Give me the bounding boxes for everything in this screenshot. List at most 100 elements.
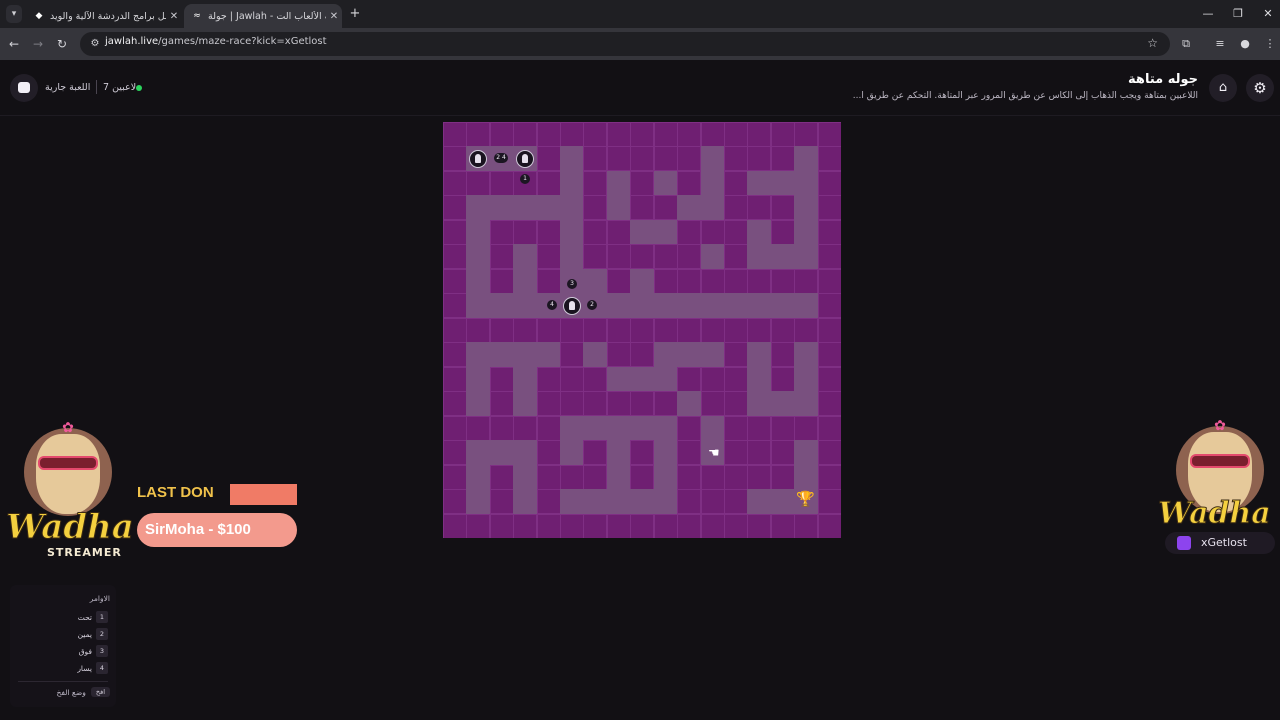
maze-wall (817, 415, 841, 441)
maze-wall (606, 244, 631, 270)
command-row: 3 فوق (68, 645, 108, 657)
maze-wall (489, 317, 514, 343)
back-button[interactable]: ← (6, 36, 22, 52)
maze-path (770, 489, 795, 515)
trap-toggle[interactable]: افخ (90, 687, 110, 697)
diamond-icon: ◆ (35, 11, 43, 21)
maze-wall (700, 317, 725, 343)
maze-path (513, 195, 538, 221)
maze-wall (443, 195, 467, 221)
media-icon[interactable]: ≡ (1212, 36, 1228, 52)
tab-search-button[interactable]: ▾ (6, 5, 22, 23)
close-window-button[interactable]: ✕ (1253, 4, 1280, 24)
maze-path (560, 219, 585, 245)
maze-wall (700, 268, 725, 294)
close-icon[interactable]: ✕ (326, 11, 342, 22)
command-key: 3 (96, 645, 108, 657)
maze-path (794, 170, 819, 196)
maze-path (794, 366, 819, 392)
maze-path (747, 244, 772, 270)
maze-wall (700, 489, 725, 515)
maze-wall (443, 513, 467, 538)
settings-button[interactable]: ⚙ (1246, 74, 1274, 102)
minimize-button[interactable]: — (1193, 4, 1223, 24)
maze-wall (653, 146, 678, 172)
maze-wall (583, 366, 608, 392)
maze-wall (536, 122, 561, 147)
maze-wall (723, 366, 748, 392)
maze-wall (747, 268, 772, 294)
maze-wall (770, 440, 795, 466)
commands-title: الاوامر (89, 594, 110, 603)
maze-wall (443, 268, 467, 294)
maze-wall (700, 122, 725, 147)
maze-wall (536, 244, 561, 270)
maze-path (489, 293, 514, 319)
maze-wall (583, 244, 608, 270)
maze-wall (443, 122, 467, 147)
restore-button[interactable]: ❐ (1223, 4, 1253, 24)
maze-wall (560, 122, 585, 147)
reload-button[interactable]: ↻ (54, 36, 70, 52)
trap-label: وضع الفخ (56, 687, 86, 697)
maze-wall (770, 366, 795, 392)
maze-wall (489, 122, 514, 147)
command-row: 1 تحت (68, 611, 108, 623)
maze-path (513, 244, 538, 270)
maze-path (513, 464, 538, 490)
url-field[interactable]: ⚙ jawlah.live/games/maze-race?kick=xGetl… (80, 32, 1170, 56)
forward-button[interactable]: → (30, 36, 46, 52)
maze-wall (653, 391, 678, 417)
site-info-icon[interactable]: ⚙ (88, 37, 102, 51)
maze-wall (723, 195, 748, 221)
maze-wall (770, 342, 795, 368)
maze-path (583, 489, 608, 515)
maze-path (700, 293, 725, 319)
maze-wall (560, 342, 585, 368)
extensions-icon[interactable]: ⧉ (1178, 36, 1194, 52)
maze-wall (466, 513, 491, 538)
maze-path (466, 219, 491, 245)
menu-icon[interactable]: ⋮ (1262, 36, 1278, 52)
maze-wall (723, 146, 748, 172)
maze-wall (817, 195, 841, 221)
new-tab-button[interactable]: + (347, 6, 363, 22)
maze-path (466, 195, 491, 221)
sunglasses-icon (38, 456, 98, 470)
maze-wall (489, 391, 514, 417)
maze-wall (770, 268, 795, 294)
wadha-logo-right: Wadha (1158, 496, 1272, 532)
player-avatar (469, 149, 488, 168)
maze-wall (583, 440, 608, 466)
maze-wall (489, 244, 514, 270)
maze-wall (747, 415, 772, 441)
home-button[interactable]: ⌂ (1209, 74, 1237, 102)
maze-path (747, 219, 772, 245)
tab-1[interactable]: ◆ أفضل برامج الدردشة الآلية والويد... ✕ (26, 4, 182, 28)
close-icon[interactable]: ✕ (166, 11, 182, 22)
maze-path (630, 366, 655, 392)
maze-wall (536, 464, 561, 490)
maze-path (700, 342, 725, 368)
maze-wall (723, 122, 748, 147)
player-tag: 2 4 (494, 153, 508, 163)
tab-2[interactable]: ≈ جولة | Jawlah - منصة الألعاب الت... ✕ (184, 4, 342, 28)
maze-path (747, 170, 772, 196)
maze-path (653, 464, 678, 490)
profile-avatar-icon[interactable]: ● (1237, 36, 1253, 52)
maze-wall (630, 317, 655, 343)
jawlah-logo[interactable] (10, 74, 38, 102)
maze-wall (489, 268, 514, 294)
maze-wall (723, 170, 748, 196)
tab-title: أفضل برامج الدردشة الآلية والويد... (50, 10, 166, 22)
maze-wall (817, 513, 841, 538)
maze-wall (630, 195, 655, 221)
maze-wall (770, 317, 795, 343)
maze-path (536, 342, 561, 368)
bow-icon: ✿ (62, 420, 74, 436)
url-text[interactable]: jawlah.live/games/maze-race?kick=xGetlos… (105, 36, 327, 47)
streamer-label: STREAMER (47, 546, 122, 559)
maze-wall (794, 268, 819, 294)
bookmark-star-icon[interactable]: ☆ (1147, 36, 1158, 50)
tab-strip: ▾ ◆ أفضل برامج الدردشة الآلية والويد... … (0, 0, 1280, 28)
